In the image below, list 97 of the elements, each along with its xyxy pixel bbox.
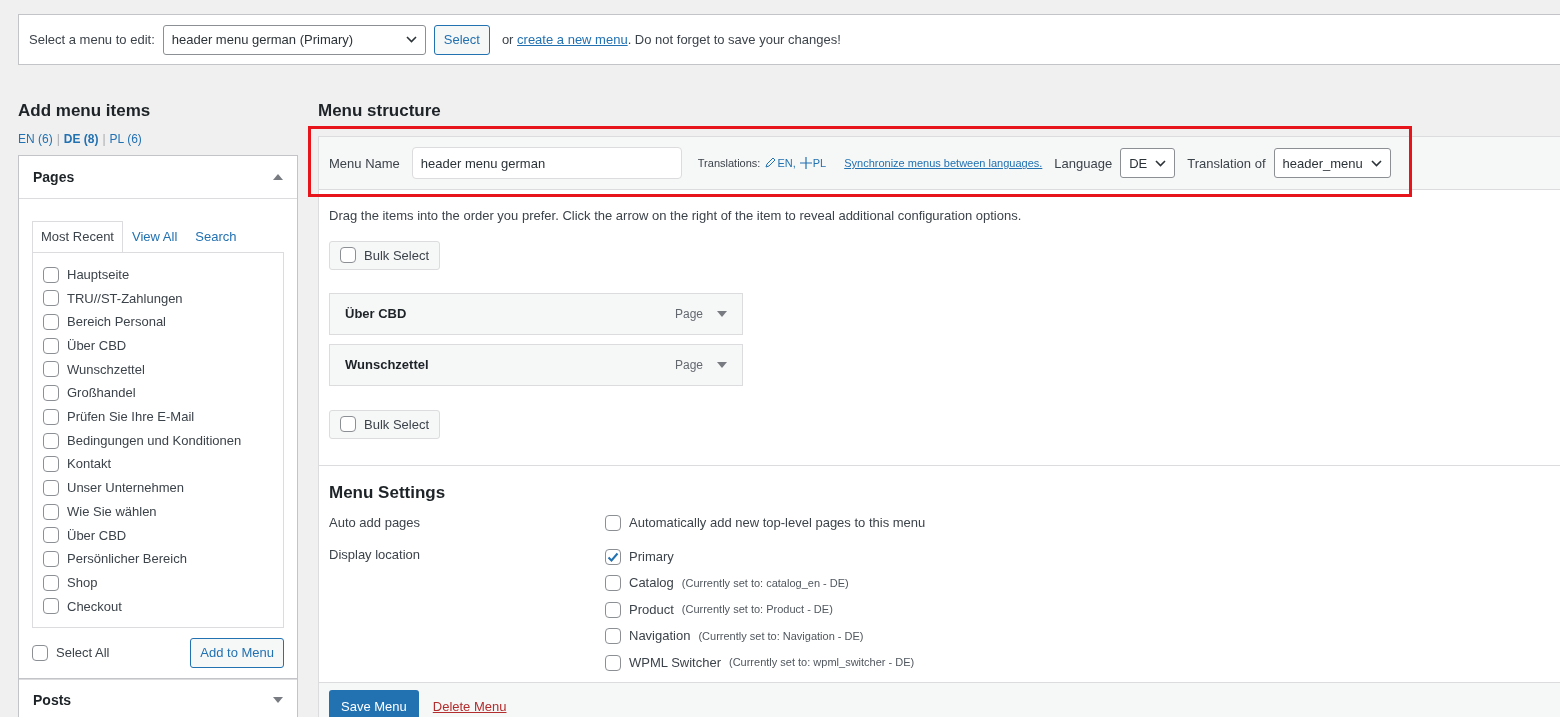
language-link[interactable]: PL (6): [109, 130, 142, 149]
expand-arrow-icon[interactable]: [717, 361, 727, 368]
sync-link[interactable]: Synchronize menus between languages.: [844, 155, 1043, 172]
tab[interactable]: View All: [123, 221, 187, 252]
location-name: Product: [629, 600, 674, 619]
tab[interactable]: Most Recent: [32, 221, 123, 252]
page-label: Über CBD: [67, 526, 127, 545]
checkbox[interactable]: [43, 385, 59, 402]
location-note: (Currently set to: Navigation - DE): [698, 628, 864, 644]
translation-of-label: Translation of: [1187, 154, 1266, 173]
plus-icon[interactable]: [799, 157, 812, 170]
checkbox[interactable]: [43, 598, 59, 615]
item-type-label: Page: [674, 356, 703, 374]
checkbox[interactable]: [605, 654, 621, 671]
language-link[interactable]: EN (6): [18, 130, 53, 149]
setting-label: Auto add pages: [329, 514, 422, 533]
location-note: (Currently set to: catalog_en - DE): [681, 575, 849, 591]
checkbox[interactable]: [605, 515, 621, 532]
checkbox[interactable]: [43, 527, 59, 544]
checkbox[interactable]: [605, 628, 621, 645]
checkbox[interactable]: [32, 644, 48, 661]
checkbox[interactable]: [43, 432, 59, 449]
language-label: Language: [1054, 154, 1113, 173]
menu-name-label: Menu Name: [329, 154, 400, 173]
checkbox[interactable]: [43, 314, 59, 331]
caret-icon: [1370, 159, 1382, 167]
checkbox[interactable]: [43, 290, 59, 307]
select-button[interactable]: Select: [433, 24, 490, 55]
checkbox[interactable]: [605, 548, 621, 565]
translation-link[interactable]: EN,: [777, 155, 796, 172]
language-select[interactable]: DE: [1120, 148, 1176, 179]
checkbox[interactable]: [605, 575, 621, 592]
caret-icon: [405, 36, 417, 43]
checkbox[interactable]: [43, 266, 59, 283]
section-heading: Menu structure: [318, 101, 442, 122]
item-type-label: Page: [674, 305, 703, 323]
translation-link[interactable]: PL: [812, 155, 827, 172]
checkbox[interactable]: [43, 551, 59, 567]
page-label: Wie Sie wählen: [67, 502, 157, 521]
expand-arrow-icon[interactable]: [717, 310, 727, 317]
box-header[interactable]: Pages: [19, 156, 297, 200]
delete-menu-link[interactable]: Delete Menu: [432, 697, 507, 717]
caret-icon: [1155, 159, 1167, 167]
section-heading: Add menu items: [18, 101, 152, 122]
tab[interactable]: Search: [186, 221, 246, 252]
page-label: TRU//ST-Zahlungen: [67, 289, 183, 308]
page-label: Shop: [67, 573, 98, 592]
location-name: Catalog: [629, 574, 674, 593]
save-menu-button[interactable]: Save Menu: [329, 690, 419, 717]
box-header[interactable]: Posts: [19, 678, 297, 717]
select-label: Select a menu to edit:: [29, 30, 155, 49]
checkbox[interactable]: [43, 456, 59, 473]
page-label: Wunschzettel: [67, 360, 145, 379]
page-label: Persönlicher Bereich: [67, 550, 187, 569]
page-label: Bedingungen und Konditionen: [67, 431, 242, 450]
bulk-select-button[interactable]: Bulk Select: [329, 409, 441, 439]
setting-label: Display location: [329, 545, 422, 564]
checkbox[interactable]: [43, 361, 59, 378]
menu-item[interactable]: Über CBD Page: [329, 292, 743, 335]
menu-item[interactable]: Wunschzettel Page: [329, 343, 743, 386]
location-name: Navigation: [629, 627, 691, 646]
separator-text: |: [56, 131, 60, 149]
bulk-select-checkbox[interactable]: [340, 247, 356, 264]
menu-select[interactable]: header menu german (Primary): [162, 24, 426, 55]
save-hint: or create a new menu. Do not forget to save your changes!: [501, 30, 841, 49]
page-label: Hauptseite: [67, 266, 130, 284]
translation-select[interactable]: header_menu: [1273, 148, 1391, 179]
separator-text: |: [102, 131, 106, 149]
page-label: Kontakt: [67, 455, 112, 474]
page-label: Checkout: [67, 597, 122, 616]
select-all-label: Select All: [56, 644, 110, 663]
settings-heading: Menu Settings: [329, 482, 447, 504]
page-label: Über CBD: [67, 337, 127, 356]
checkbox[interactable]: [43, 337, 59, 354]
page-label: Bereich Personal: [67, 313, 166, 332]
checkbox[interactable]: [43, 408, 59, 425]
option-label: Automatically add new top-level pages to this menu: [629, 514, 926, 533]
pencil-icon[interactable]: [764, 157, 777, 170]
instructions-text: Drag the items into the order you prefer. Click the arrow on the right of the item to reveal additional configuration options.: [329, 207, 1023, 226]
page-label: Großhandel: [67, 384, 136, 403]
add-to-menu-button[interactable]: Add to Menu: [190, 637, 284, 668]
checkbox[interactable]: [43, 574, 59, 591]
location-note: (Currently set to: Product - DE): [681, 602, 833, 618]
page-label: Unser Unternehmen: [67, 479, 185, 498]
menu-name-field[interactable]: header menu german: [411, 147, 682, 180]
location-name: WPML Switcher: [629, 653, 721, 672]
bulk-select-button[interactable]: Bulk Select: [329, 240, 441, 270]
translations-label: Translations:: [697, 156, 761, 172]
page-label: Prüfen Sie Ihre E-Mail: [67, 408, 195, 427]
location-note: (Currently set to: wpml_switcher - DE): [729, 655, 915, 671]
location-name: Primary: [629, 547, 674, 566]
checkbox[interactable]: [43, 479, 59, 496]
create-menu-link[interactable]: create a new menu: [517, 31, 628, 47]
checkbox[interactable]: [605, 601, 621, 618]
checkbox[interactable]: [43, 503, 59, 520]
bulk-select-checkbox[interactable]: [340, 416, 356, 433]
language-link[interactable]: DE (8): [63, 130, 99, 149]
